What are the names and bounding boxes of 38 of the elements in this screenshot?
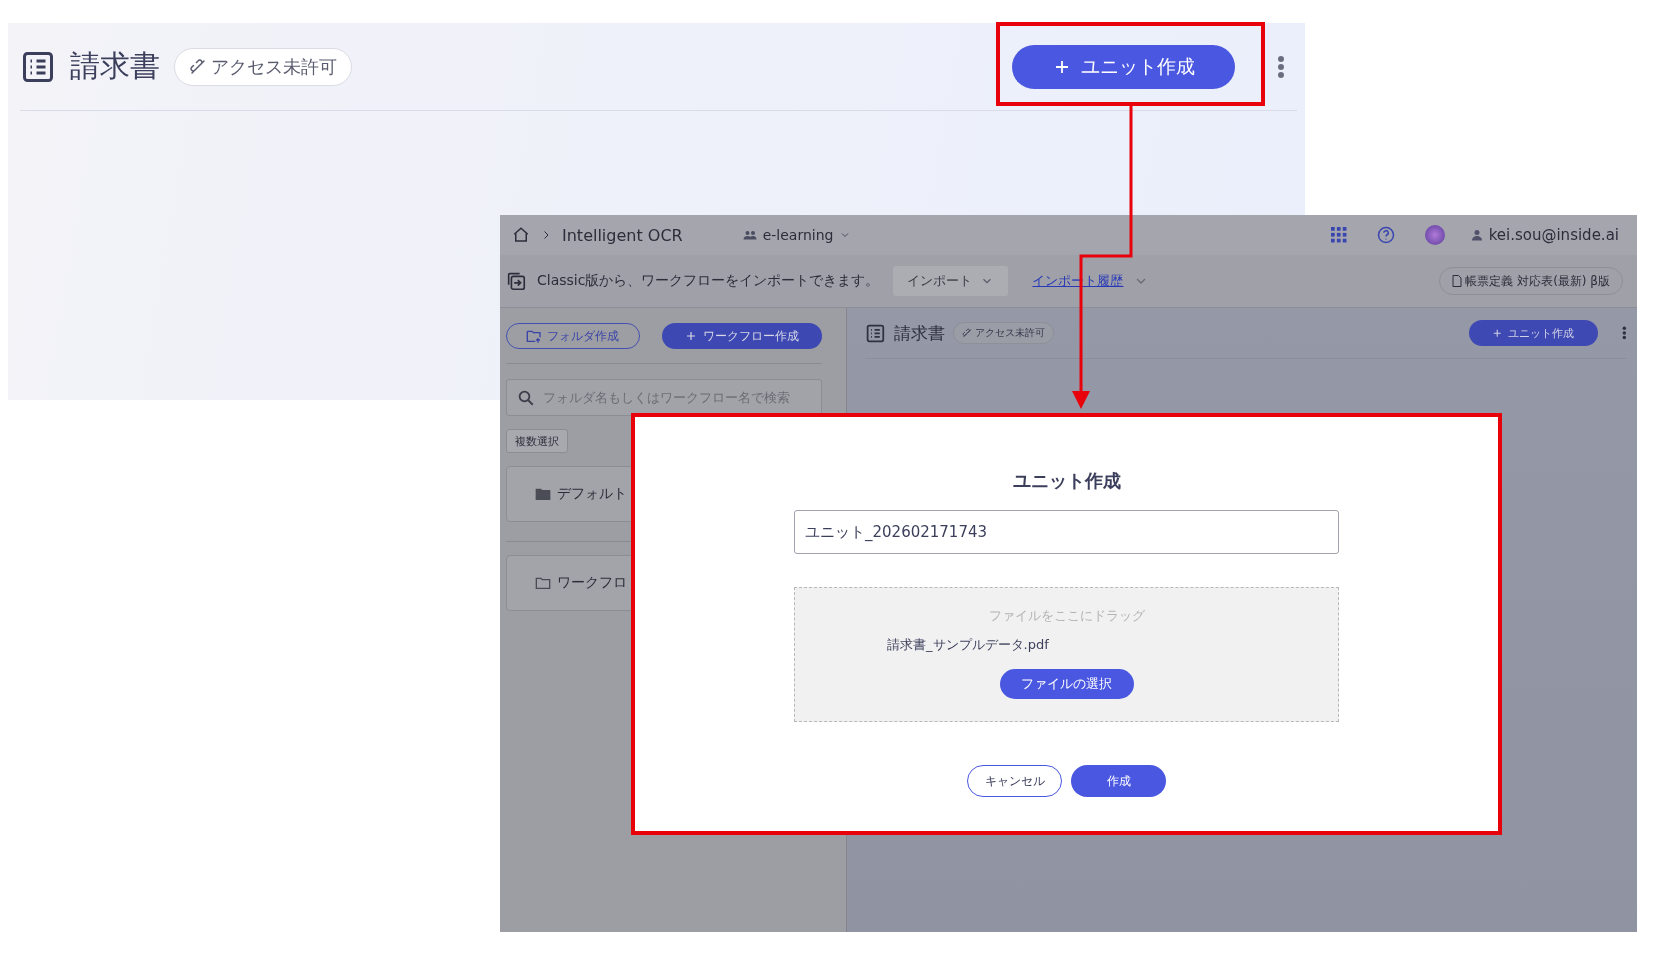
unit-name-field[interactable]: ユニット_202602171743: [794, 510, 1339, 554]
people-icon: [742, 229, 757, 241]
plus-icon: [1492, 327, 1503, 339]
create-workflow-button[interactable]: ワークフロー作成: [661, 323, 822, 349]
link-off-icon: [962, 327, 973, 339]
product-name: Intelligent OCR: [562, 225, 683, 245]
select-file-button[interactable]: ファイルの選択: [999, 669, 1134, 699]
folder-icon: [535, 576, 551, 590]
folder-icon: [535, 487, 551, 501]
list-icon: [865, 322, 886, 344]
dialog-title: ユニット作成: [1012, 469, 1121, 493]
page-title: 請求書: [894, 322, 945, 345]
access-chip: アクセス未許可: [953, 322, 1055, 345]
home-icon[interactable]: [512, 226, 530, 244]
apps-grid-icon[interactable]: [1330, 227, 1347, 243]
avatar[interactable]: [1424, 225, 1445, 245]
create-unit-button[interactable]: ユニット作成: [1012, 44, 1235, 89]
create-button[interactable]: 作成: [1071, 765, 1166, 797]
folder-plus-icon: [526, 329, 543, 343]
user-menu[interactable]: kei.sou@inside.ai: [1470, 226, 1619, 244]
help-icon[interactable]: [1376, 226, 1395, 244]
more-menu-icon[interactable]: [1277, 54, 1285, 79]
cancel-button[interactable]: キャンセル: [967, 765, 1062, 797]
import-dropdown[interactable]: インポート: [893, 266, 1009, 296]
create-unit-button[interactable]: ユニット作成: [1468, 320, 1599, 346]
access-chip: アクセス未許可: [174, 47, 352, 86]
more-menu-icon[interactable]: [1622, 326, 1627, 340]
document-icon: [1452, 275, 1463, 287]
person-icon: [1470, 229, 1483, 241]
search-icon: [517, 388, 535, 407]
file-name: 請求書_サンプルデータ.pdf: [887, 636, 1049, 654]
plus-icon: [684, 330, 697, 342]
page-title: 請求書: [70, 47, 160, 85]
multi-select-button[interactable]: 複数選択: [506, 429, 568, 453]
import-message: Classic版から、ワークフローをインポートできます。: [537, 272, 880, 290]
link-off-icon: [189, 57, 207, 76]
import-icon: [505, 270, 527, 292]
workspace-selector[interactable]: e-learning: [742, 227, 852, 243]
